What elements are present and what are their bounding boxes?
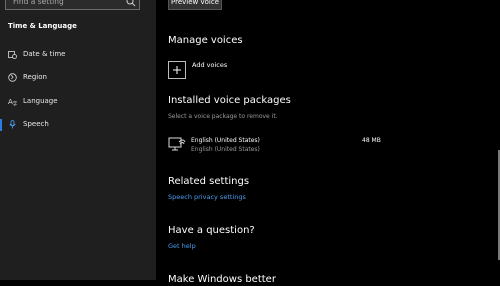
sidebar-item-label: Speech — [23, 120, 49, 128]
installed-voice-packages-subtitle: Select a voice package to remove it. — [168, 113, 278, 120]
sidebar-item-date-time[interactable]: Date & time — [0, 45, 156, 65]
plus-icon — [173, 66, 181, 74]
sidebar-item-label: Region — [23, 73, 47, 81]
add-voices-label[interactable]: Add voices — [192, 61, 227, 69]
make-windows-better-heading: Make Windows better — [168, 274, 276, 285]
voice-package-name[interactable]: English (United States) — [191, 137, 260, 144]
installed-voice-packages-heading: Installed voice packages — [168, 95, 291, 106]
manage-voices-heading: Manage voices — [168, 35, 243, 46]
calendar-clock-icon — [8, 51, 17, 59]
sidebar-item-language[interactable]: A 字 Language — [0, 92, 156, 112]
have-a-question-heading: Have a question? — [168, 225, 255, 236]
related-settings-heading: Related settings — [168, 176, 250, 187]
sidebar-item-speech[interactable]: Speech — [0, 115, 156, 135]
sidebar-section-title: Time & Language — [8, 22, 77, 30]
voice-package-size: 48 MB — [362, 137, 381, 144]
microphone-icon — [9, 120, 16, 129]
selected-indicator — [0, 119, 2, 131]
sidebar: Find a setting Time & Language Date & ti… — [0, 0, 156, 280]
svg-text:字: 字 — [13, 101, 18, 107]
language-icon: A 字 — [8, 98, 18, 107]
get-help-link[interactable]: Get help — [168, 242, 196, 250]
preview-voice-button[interactable]: Preview voice — [168, 0, 222, 10]
search-input[interactable]: Find a setting — [13, 0, 64, 9]
add-voices-button[interactable] — [168, 61, 186, 79]
main-content: Preview voice Manage voices Add voices I… — [156, 0, 500, 285]
search-icon[interactable] — [126, 0, 136, 7]
globe-icon — [8, 73, 17, 82]
search-box[interactable]: Find a setting — [5, 0, 140, 10]
voice-package-icon — [168, 137, 186, 151]
sidebar-item-label: Language — [23, 97, 58, 105]
speech-privacy-settings-link[interactable]: Speech privacy settings — [168, 193, 246, 201]
sidebar-item-region[interactable]: Region — [0, 68, 156, 88]
sidebar-item-label: Date & time — [23, 50, 66, 58]
voice-package-subtitle: English (United States) — [191, 146, 260, 153]
